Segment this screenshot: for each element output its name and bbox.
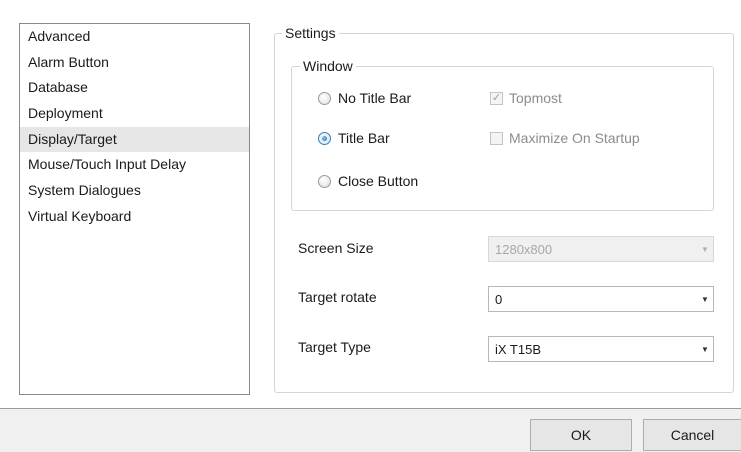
settings-group-title: Settings	[282, 24, 339, 42]
title-bar-radio[interactable]	[318, 131, 331, 145]
topmost-checkbox[interactable]: ✓	[490, 91, 503, 105]
chevron-down-icon: ▼	[701, 244, 709, 254]
title-bar-label: Title Bar	[338, 130, 390, 146]
cancel-button[interactable]: Cancel	[643, 419, 741, 451]
no-title-bar-option[interactable]: No Title Bar	[318, 88, 411, 108]
target-type-value: iX T15B	[495, 341, 542, 357]
category-list[interactable]: Advanced Alarm Button Database Deploymen…	[19, 23, 250, 395]
target-rotate-label: Target rotate	[298, 289, 377, 305]
sidebar-item-advanced[interactable]: Advanced	[20, 24, 249, 50]
chevron-down-icon: ▼	[701, 344, 709, 354]
close-button-radio[interactable]	[318, 174, 331, 188]
target-type-label: Target Type	[298, 339, 371, 355]
sidebar-item-mouse-touch-input-delay[interactable]: Mouse/Touch Input Delay	[20, 152, 249, 178]
screen-size-label: Screen Size	[298, 240, 374, 256]
sidebar-item-system-dialogues[interactable]: System Dialogues	[20, 178, 249, 204]
sidebar-item-database[interactable]: Database	[20, 75, 249, 101]
close-button-option[interactable]: Close Button	[318, 171, 418, 191]
maximize-on-startup-label: Maximize On Startup	[509, 130, 640, 146]
no-title-bar-label: No Title Bar	[338, 90, 412, 106]
screen-size-value: 1280x800	[495, 241, 553, 257]
target-rotate-value: 0	[495, 291, 503, 307]
sidebar-item-alarm-button[interactable]: Alarm Button	[20, 50, 249, 76]
title-bar-option[interactable]: Title Bar	[318, 128, 390, 148]
screen-size-dropdown[interactable]: 1280x800 ▼	[488, 236, 714, 262]
topmost-option[interactable]: ✓ Topmost	[490, 88, 562, 108]
maximize-on-startup-option[interactable]: Maximize On Startup	[490, 128, 640, 148]
sidebar-item-virtual-keyboard[interactable]: Virtual Keyboard	[20, 204, 249, 230]
ok-button[interactable]: OK	[530, 419, 632, 451]
target-rotate-dropdown[interactable]: 0 ▼	[488, 286, 714, 312]
window-group-title: Window	[300, 57, 356, 75]
sidebar-item-deployment[interactable]: Deployment	[20, 101, 249, 127]
close-button-label: Close Button	[338, 173, 419, 189]
target-type-dropdown[interactable]: iX T15B ▼	[488, 336, 714, 362]
no-title-bar-radio[interactable]	[318, 91, 331, 105]
maximize-on-startup-checkbox[interactable]	[490, 131, 503, 145]
sidebar-item-display-target[interactable]: Display/Target	[20, 126, 249, 153]
topmost-label: Topmost	[509, 90, 562, 106]
chevron-down-icon: ▼	[701, 294, 709, 304]
